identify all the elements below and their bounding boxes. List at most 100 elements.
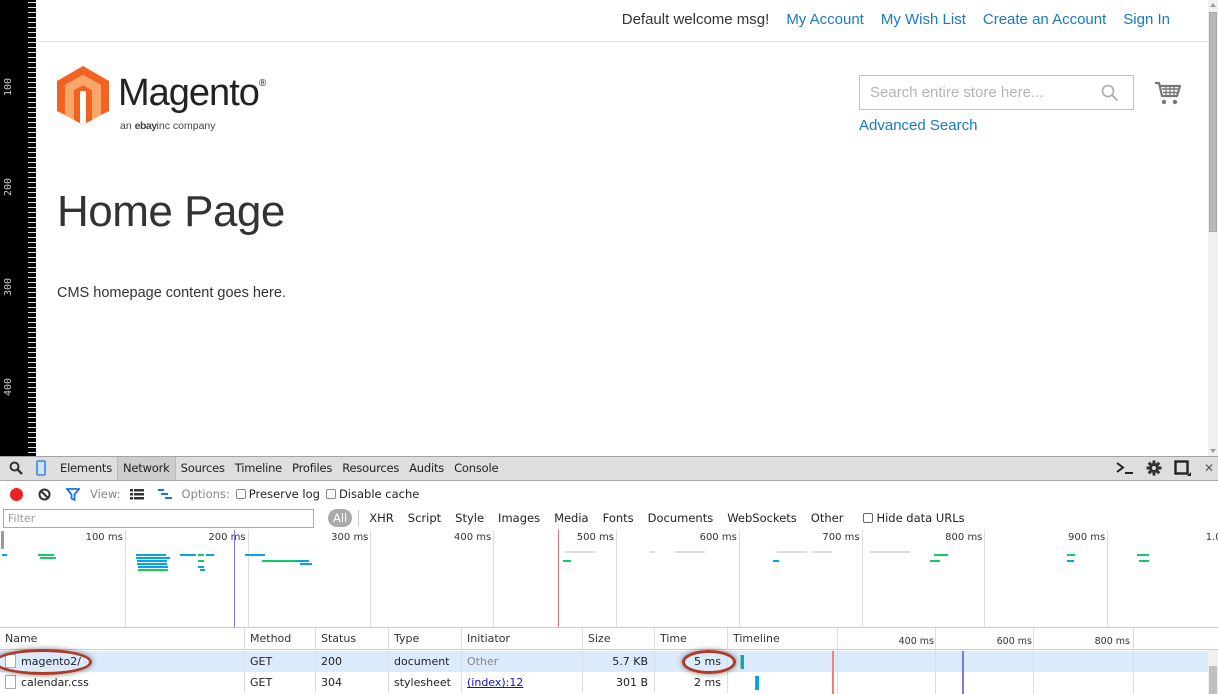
ruler-tick — [28, 232, 36, 233]
hide-data-urls-checkbox[interactable]: Hide data URLs — [863, 511, 965, 525]
ruler-tick — [28, 407, 36, 408]
overview-request-bar — [136, 554, 166, 556]
network-overview-timeline[interactable]: 100 ms 200 ms 300 ms 400 ms 500 ms 600 ms 700 … — [0, 530, 1218, 628]
filter-all-button[interactable]: All — [328, 509, 353, 527]
page-scrollbar[interactable] — [1208, 0, 1218, 456]
logo-tagline: an ebayinc company — [120, 120, 216, 132]
ruler-tick — [28, 202, 36, 203]
search-icon[interactable] — [1101, 84, 1119, 102]
overview-request-bar — [200, 569, 205, 571]
magento-logo[interactable]: Magento® an ebayinc company — [56, 65, 276, 135]
checkbox-box[interactable] — [863, 513, 874, 523]
console-drawer-icon[interactable] — [1116, 461, 1134, 475]
sign-in-link[interactable]: Sign In — [1123, 11, 1170, 28]
column-timeline[interactable]: Timeline — [727, 628, 837, 650]
scrollbar-thumb[interactable] — [1209, 12, 1217, 232]
annotation-circle — [682, 650, 736, 674]
advanced-search-link[interactable]: Advanced Search — [859, 117, 977, 134]
tab-audits[interactable]: Audits — [404, 457, 449, 480]
preserve-log-checkbox[interactable]: Preserve log — [235, 487, 320, 501]
ruler-tick — [28, 147, 36, 148]
request-timeline-cell — [727, 672, 1208, 693]
my-account-link[interactable]: My Account — [786, 11, 864, 28]
table-scrollbar[interactable] — [1208, 650, 1218, 694]
devtools-tab-bar: Elements Network Sources Timeline Profil… — [0, 457, 1218, 481]
column-method[interactable]: Method — [244, 628, 315, 650]
filter-input[interactable] — [3, 508, 314, 528]
ruler-tick — [28, 152, 36, 153]
search-input[interactable] — [860, 76, 1090, 109]
column-status[interactable]: Status — [315, 628, 388, 650]
overview-drag-handle[interactable] — [1, 531, 4, 549]
settings-gear-icon[interactable] — [1146, 460, 1162, 476]
filter-websockets[interactable]: WebSockets — [720, 511, 804, 525]
request-timeline-cell — [727, 651, 1208, 672]
close-devtools-icon[interactable]: ✕ — [1204, 461, 1214, 475]
dom-content-loaded-line — [234, 530, 236, 627]
tab-elements[interactable]: Elements — [55, 457, 117, 480]
filter-script[interactable]: Script — [401, 511, 448, 525]
disable-cache-checkbox[interactable]: Disable cache — [325, 487, 419, 501]
column-size[interactable]: Size — [582, 628, 654, 650]
clear-icon[interactable] — [38, 488, 51, 501]
filter-fonts[interactable]: Fonts — [596, 511, 641, 525]
device-mode-icon[interactable] — [36, 460, 46, 476]
overview-request-bar — [934, 554, 948, 556]
column-time[interactable]: Time — [654, 628, 727, 650]
initiator-link[interactable]: (index):12 — [467, 676, 523, 689]
column-initiator[interactable]: Initiator — [461, 628, 582, 650]
tab-network[interactable]: Network — [117, 457, 176, 480]
network-toolbar: View: Options: Preserve log Disable cach… — [0, 482, 1218, 506]
tab-sources[interactable]: Sources — [176, 457, 230, 480]
filter-documents[interactable]: Documents — [641, 511, 721, 525]
dock-side-icon[interactable] — [1174, 460, 1192, 476]
column-type[interactable]: Type — [388, 628, 461, 650]
tab-resources[interactable]: Resources — [337, 457, 404, 480]
scroll-up-arrow-icon[interactable] — [1210, 3, 1216, 7]
scroll-down-arrow-icon[interactable] — [1210, 449, 1216, 453]
tab-profiles[interactable]: Profiles — [287, 457, 337, 480]
tab-console[interactable]: Console — [449, 457, 503, 480]
filter-other[interactable]: Other — [804, 511, 851, 525]
ruler-tick — [28, 82, 36, 83]
checkbox-box[interactable] — [235, 489, 246, 499]
overview-request-bar — [198, 554, 204, 556]
ruler-tick — [28, 422, 36, 423]
ruler-tick — [28, 207, 36, 208]
request-status: 304 — [315, 672, 388, 693]
filter-images[interactable]: Images — [491, 511, 547, 525]
request-row[interactable]: calendar.css GET 304 stylesheet (index):… — [0, 672, 1208, 693]
ruler-tick — [28, 212, 36, 213]
load-event-line — [832, 651, 834, 694]
request-row[interactable]: magento2/ GET 200 document Other 5.7 KB … — [0, 651, 1208, 672]
request-name[interactable]: calendar.css — [0, 672, 244, 693]
request-status: 200 — [315, 651, 388, 672]
filter-media[interactable]: Media — [547, 511, 596, 525]
ruler-tick — [28, 22, 36, 23]
overview-request-bar — [812, 551, 832, 553]
inspect-search-icon[interactable] — [9, 461, 23, 475]
cart-icon[interactable] — [1154, 79, 1182, 107]
record-button[interactable] — [10, 487, 23, 501]
filter-xhr[interactable]: XHR — [362, 511, 401, 525]
tab-timeline[interactable]: Timeline — [230, 457, 287, 480]
my-wish-list-link[interactable]: My Wish List — [881, 11, 966, 28]
ruler-tick — [28, 237, 36, 238]
create-account-link[interactable]: Create an Account — [983, 11, 1106, 28]
checkbox-box[interactable] — [325, 489, 336, 499]
large-rows-icon[interactable] — [129, 488, 144, 500]
page-title: Home Page — [57, 187, 285, 236]
ruler-tick — [28, 387, 36, 388]
ruler-tick — [28, 342, 36, 343]
filter-funnel-icon[interactable] — [66, 487, 80, 501]
table-scrollbar-thumb[interactable] — [1209, 666, 1217, 694]
overview-tick-label: 300 ms — [331, 532, 369, 543]
ruler-tick — [28, 77, 36, 78]
overview-request-bar — [40, 557, 56, 559]
ruler-tick — [28, 187, 36, 188]
ruler-tick — [28, 67, 36, 68]
filter-style[interactable]: Style — [448, 511, 491, 525]
ruler-tick — [28, 257, 36, 258]
overview-waterfall-icon[interactable] — [157, 488, 172, 500]
column-name[interactable]: Name — [0, 628, 244, 650]
